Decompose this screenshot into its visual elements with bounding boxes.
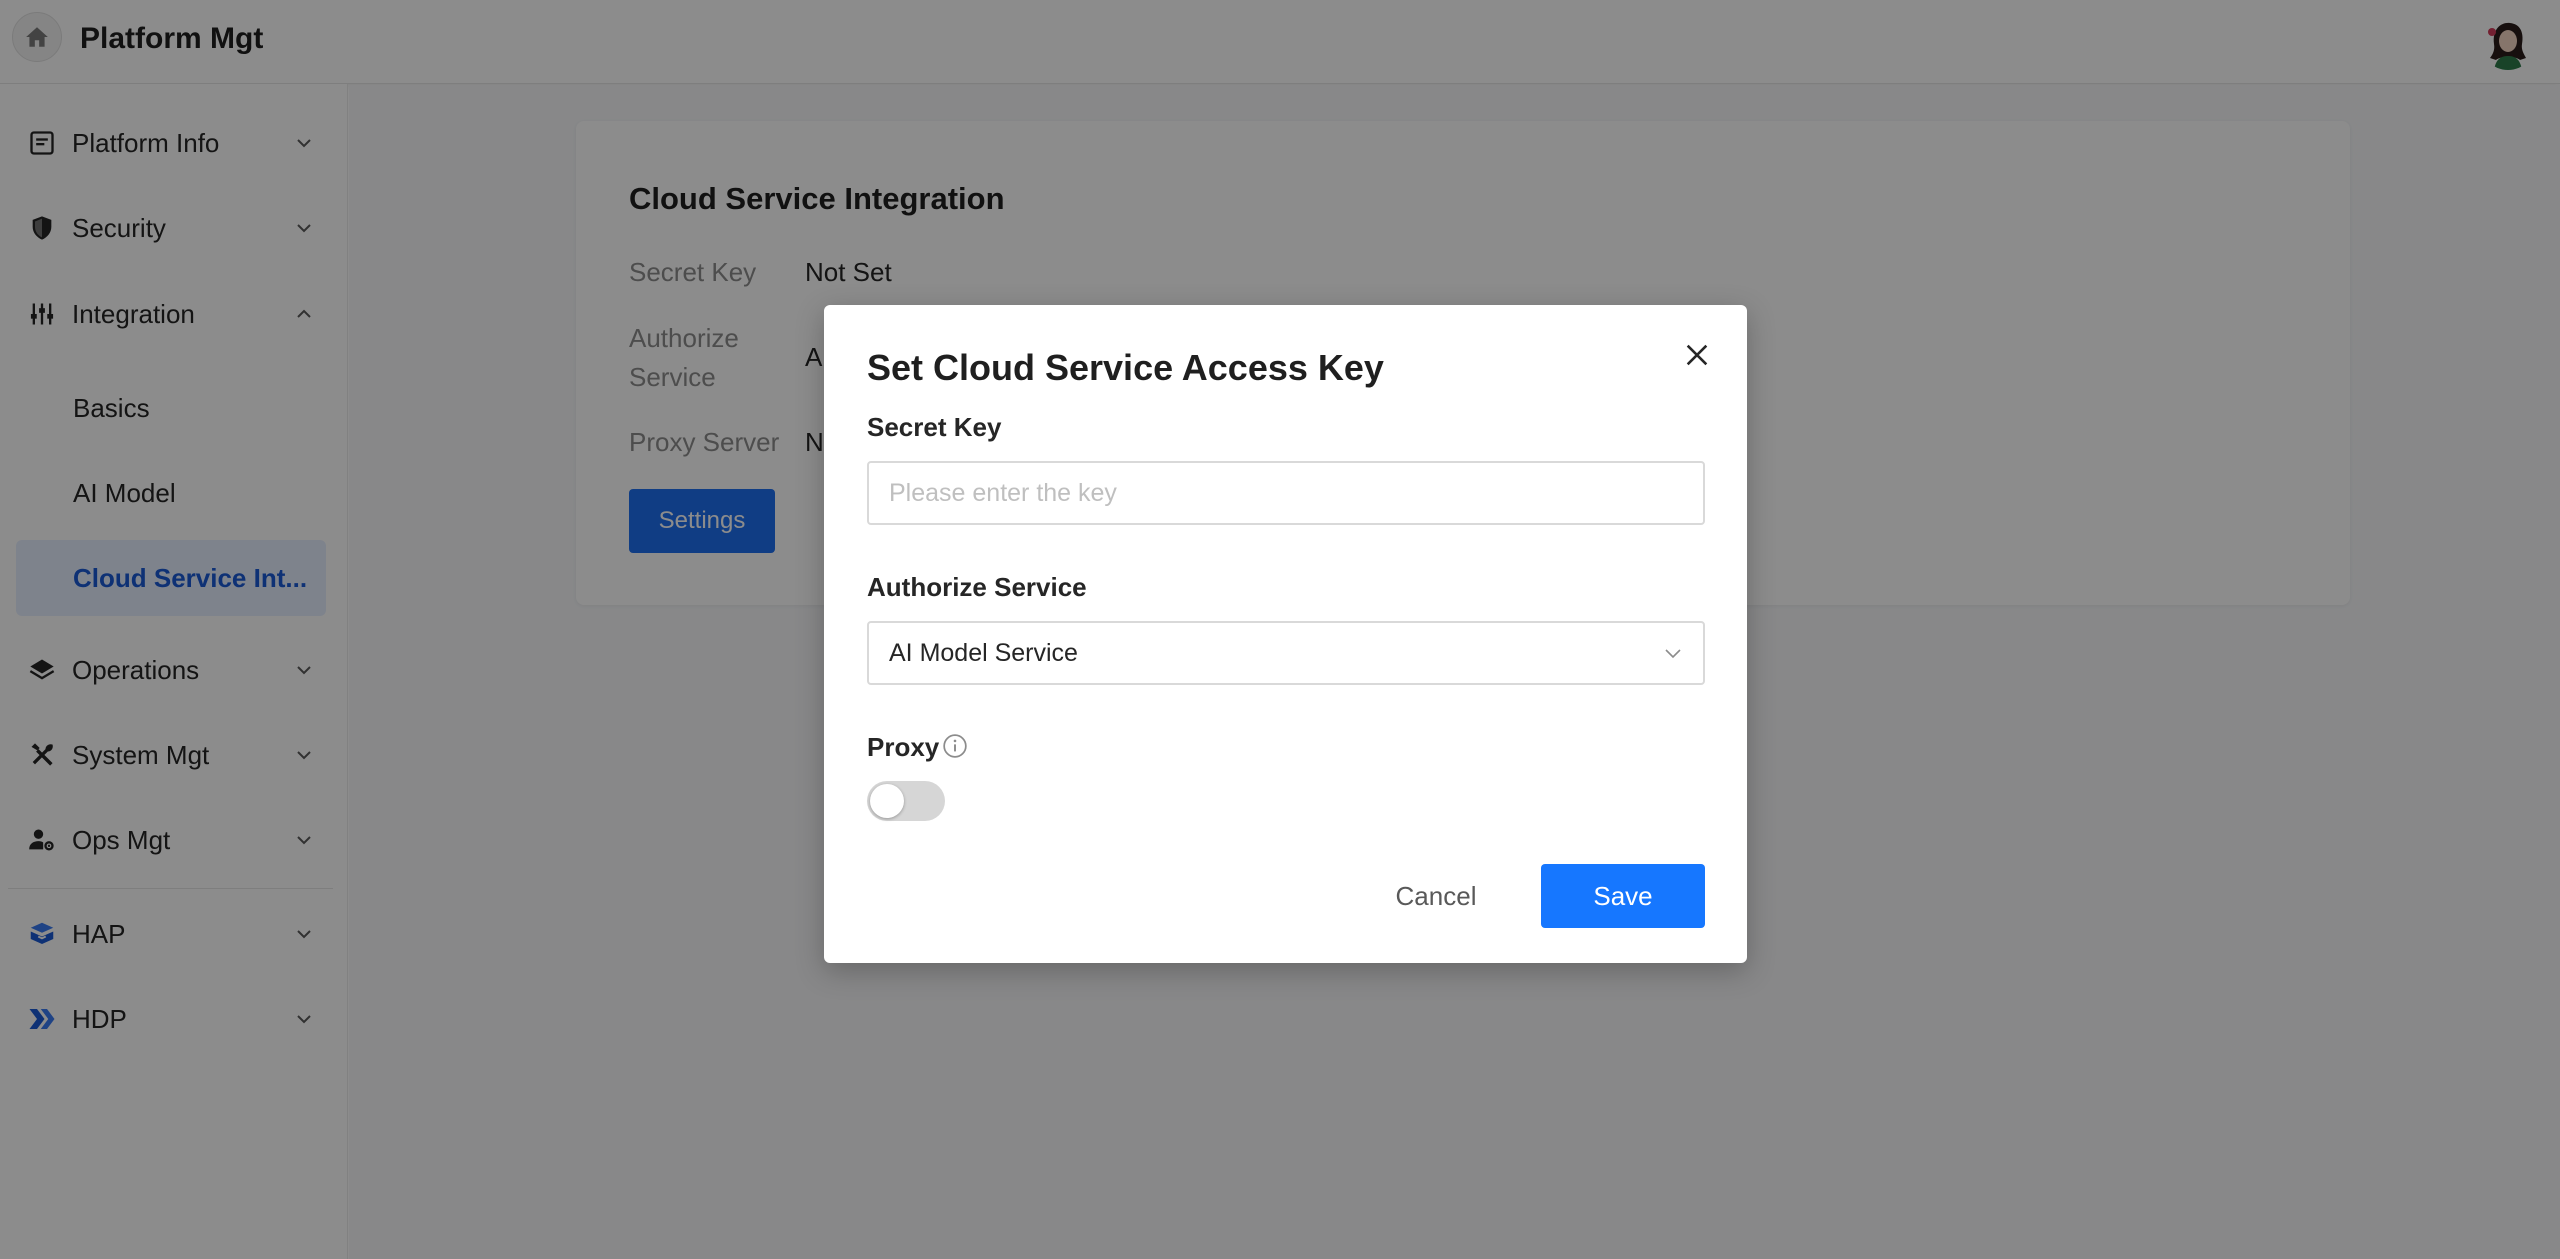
authorize-service-field-label: Authorize Service (867, 572, 1087, 602)
close-button[interactable] (1679, 337, 1715, 373)
save-button[interactable]: Save (1541, 864, 1705, 928)
authorize-service-select[interactable]: AI Model Service (867, 621, 1705, 685)
info-icon[interactable] (942, 733, 968, 759)
close-icon (1686, 344, 1708, 366)
authorize-service-selected: AI Model Service (889, 638, 1078, 667)
secret-key-field-label: Secret Key (867, 412, 1002, 442)
access-key-modal: Set Cloud Service Access Key Secret Key … (824, 305, 1747, 963)
proxy-toggle[interactable] (867, 781, 945, 821)
proxy-field-label: Proxy (867, 732, 940, 762)
toggle-knob (870, 784, 904, 818)
cancel-button[interactable]: Cancel (1358, 864, 1514, 928)
modal-title: Set Cloud Service Access Key (867, 347, 1384, 388)
secret-key-input[interactable] (867, 461, 1705, 525)
chevron-down-icon (1665, 649, 1681, 659)
